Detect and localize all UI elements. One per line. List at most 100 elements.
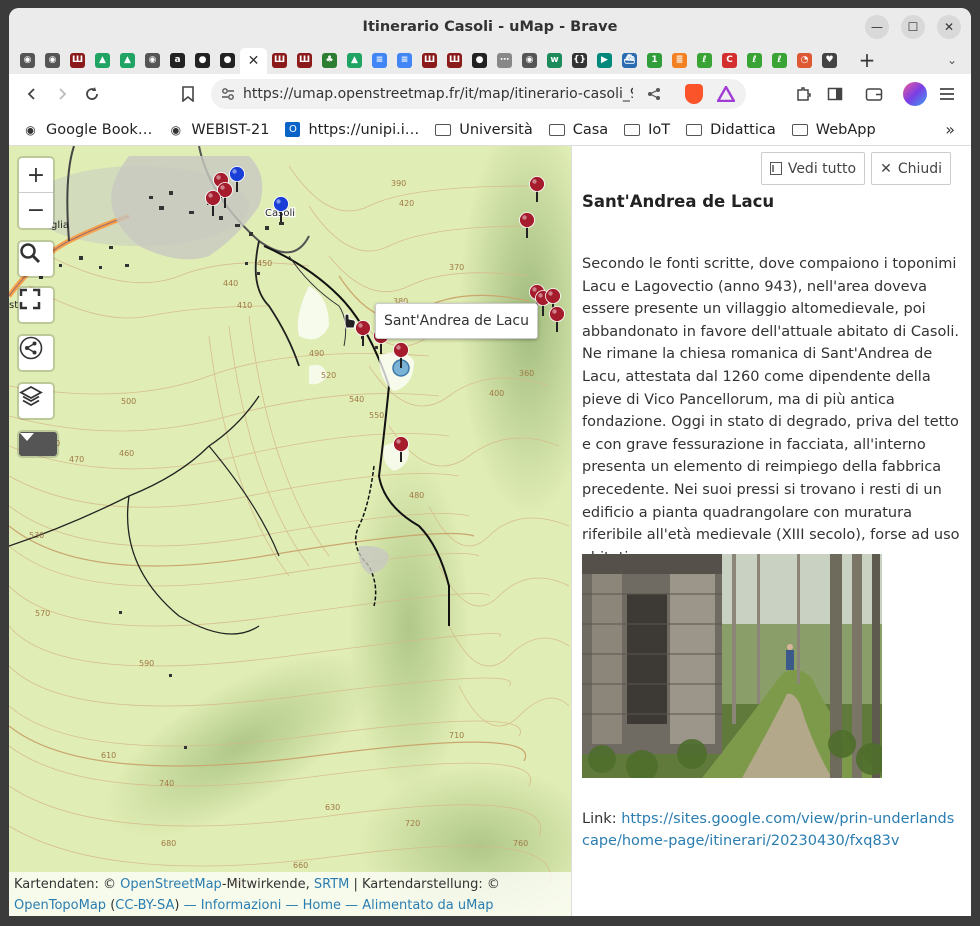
extensions-icon[interactable] xyxy=(795,86,811,102)
brave-rewards-icon[interactable] xyxy=(717,86,735,102)
close-icon[interactable]: ✕ xyxy=(248,53,260,69)
tab-list-chevron-icon[interactable]: ⌄ xyxy=(947,53,957,67)
opentopomap-link[interactable]: OpenTopoMap xyxy=(14,898,106,913)
contour-label: 480 xyxy=(409,491,424,500)
link-label: Link: xyxy=(582,811,617,827)
view-all-button[interactable]: Vedi tutto xyxy=(760,152,866,185)
layers-button[interactable] xyxy=(19,384,53,418)
osm-link[interactable]: OpenStreetMap xyxy=(120,877,222,892)
bookmark-label: WebApp xyxy=(815,121,876,138)
bookmark-label: Google Book… xyxy=(46,121,153,138)
share-button[interactable] xyxy=(19,336,53,370)
home-link[interactable]: Home xyxy=(303,898,341,913)
browser-tab[interactable]: Ш xyxy=(267,49,292,71)
browser-tab[interactable]: ♥ xyxy=(817,49,842,71)
browser-tab[interactable]: ℓ xyxy=(742,49,767,71)
feature-link-row: Link: https://sites.google.com/view/prin… xyxy=(582,808,962,852)
zoom-out-button[interactable]: − xyxy=(19,193,53,227)
globe-icon: ◉ xyxy=(170,122,182,137)
zoom-in-button[interactable]: + xyxy=(19,159,53,193)
search-icon xyxy=(20,243,41,264)
back-button[interactable] xyxy=(17,79,47,109)
bookmark-icon[interactable] xyxy=(173,79,203,109)
fullscreen-button[interactable] xyxy=(19,288,53,322)
bookmark-item[interactable]: Didattica xyxy=(686,122,776,138)
unipi-icon: Ш xyxy=(272,52,287,68)
map-canvas[interactable]: 390 380 370 410 430 440 450 470 490 500 … xyxy=(9,146,571,916)
browser-tab[interactable]: ◉ xyxy=(140,49,165,71)
more-controls-button[interactable] xyxy=(19,432,57,456)
more-bookmarks-icon[interactable]: » xyxy=(945,120,955,139)
bookmark-label: Didattica xyxy=(710,121,776,138)
leaf-icon: ℓ xyxy=(747,52,762,68)
contour-label: 660 xyxy=(293,861,308,870)
bookmark-label: Casa xyxy=(572,121,609,138)
github-icon: ● xyxy=(472,52,487,68)
browser-tab[interactable]: ▲ xyxy=(115,49,140,71)
close-panel-button[interactable]: ✕ Chiudi xyxy=(871,152,951,185)
new-tab-button[interactable]: + xyxy=(852,48,882,72)
browser-tab[interactable]: ≡ xyxy=(392,49,417,71)
browser-tab[interactable]: ● xyxy=(215,49,240,71)
browser-tab[interactable]: ◉ xyxy=(15,49,40,71)
browser-tab[interactable]: {} xyxy=(567,49,592,71)
browser-tab[interactable]: ℓ xyxy=(692,49,717,71)
browser-tab[interactable]: Ш xyxy=(292,49,317,71)
browser-tab[interactable]: ≡ xyxy=(367,49,392,71)
cc-by-sa-link[interactable]: CC-BY-SA xyxy=(115,898,174,913)
contour-label: 550 xyxy=(369,411,384,420)
bookmark-item[interactable]: ◉ Google Book… xyxy=(23,122,152,138)
external-link[interactable]: https://sites.google.com/view/prin-under… xyxy=(582,811,954,849)
forward-button[interactable] xyxy=(47,79,77,109)
wallet-icon[interactable] xyxy=(865,86,883,102)
search-button[interactable] xyxy=(19,242,53,276)
contour-label: 610 xyxy=(101,751,116,760)
feature-photo[interactable] xyxy=(582,554,882,778)
umap-link[interactable]: Alimentato da uMap xyxy=(362,898,493,913)
browser-tab[interactable]: ▲ xyxy=(342,49,367,71)
browser-tab[interactable]: ▲ xyxy=(90,49,115,71)
site-info-icon[interactable] xyxy=(221,87,235,101)
maximize-button[interactable]: ☐ xyxy=(901,15,925,39)
minimize-button[interactable]: — xyxy=(865,15,889,39)
browser-tab[interactable]: ⛴ xyxy=(617,49,642,71)
window-title: Itinerario Casoli - uMap - Brave xyxy=(362,19,618,35)
browser-tab[interactable]: a xyxy=(165,49,190,71)
dots-icon: ⋯ xyxy=(497,52,512,68)
browser-tab[interactable]: ◉ xyxy=(517,49,542,71)
browser-tab[interactable]: w xyxy=(542,49,567,71)
browser-tab[interactable]: Ш xyxy=(417,49,442,71)
browser-tab[interactable]: Ш xyxy=(65,49,90,71)
browser-tab[interactable]: ● xyxy=(467,49,492,71)
share-page-icon[interactable] xyxy=(647,87,661,101)
browser-tab[interactable]: C xyxy=(717,49,742,71)
brave-shields-icon[interactable] xyxy=(685,84,703,104)
sidebar-icon[interactable] xyxy=(827,86,843,102)
browser-tab[interactable]: ◔ xyxy=(792,49,817,71)
browser-tab[interactable]: ♣ xyxy=(317,49,342,71)
url-field[interactable]: https://umap.openstreetmap.fr/it/map/iti… xyxy=(211,79,746,109)
browser-tab[interactable]: Ш xyxy=(442,49,467,71)
browser-tab[interactable]: 1 xyxy=(642,49,667,71)
browser-tab[interactable]: ◉ xyxy=(40,49,65,71)
bookmark-item[interactable]: Ohttps://unipi.i… xyxy=(285,122,419,138)
bookmark-item[interactable]: Università xyxy=(435,122,533,138)
reload-button[interactable] xyxy=(77,79,107,109)
bookmark-item[interactable]: ◉ WEBIST-21 xyxy=(168,121,270,138)
info-link[interactable]: Informazioni xyxy=(201,898,282,913)
bookmark-item[interactable]: IoT xyxy=(624,122,670,138)
browser-tab[interactable]: ✕ xyxy=(240,48,267,74)
profile-avatar[interactable] xyxy=(903,82,927,106)
bookmark-item[interactable]: WebApp xyxy=(791,121,876,138)
menu-icon[interactable] xyxy=(939,87,955,101)
browser-tab[interactable]: ℓ xyxy=(767,49,792,71)
srtm-link[interactable]: SRTM xyxy=(314,877,350,892)
browser-tab[interactable]: ● xyxy=(190,49,215,71)
attribution-text: -Mitwirkende, xyxy=(221,877,310,892)
browser-tab[interactable]: ≣ xyxy=(667,49,692,71)
bookmark-label: WEBIST-21 xyxy=(191,121,270,138)
browser-tab[interactable]: ⋯ xyxy=(492,49,517,71)
browser-tab[interactable]: ▶ xyxy=(592,49,617,71)
close-window-button[interactable]: ✕ xyxy=(937,15,961,39)
bookmark-item[interactable]: Casa xyxy=(548,121,609,138)
